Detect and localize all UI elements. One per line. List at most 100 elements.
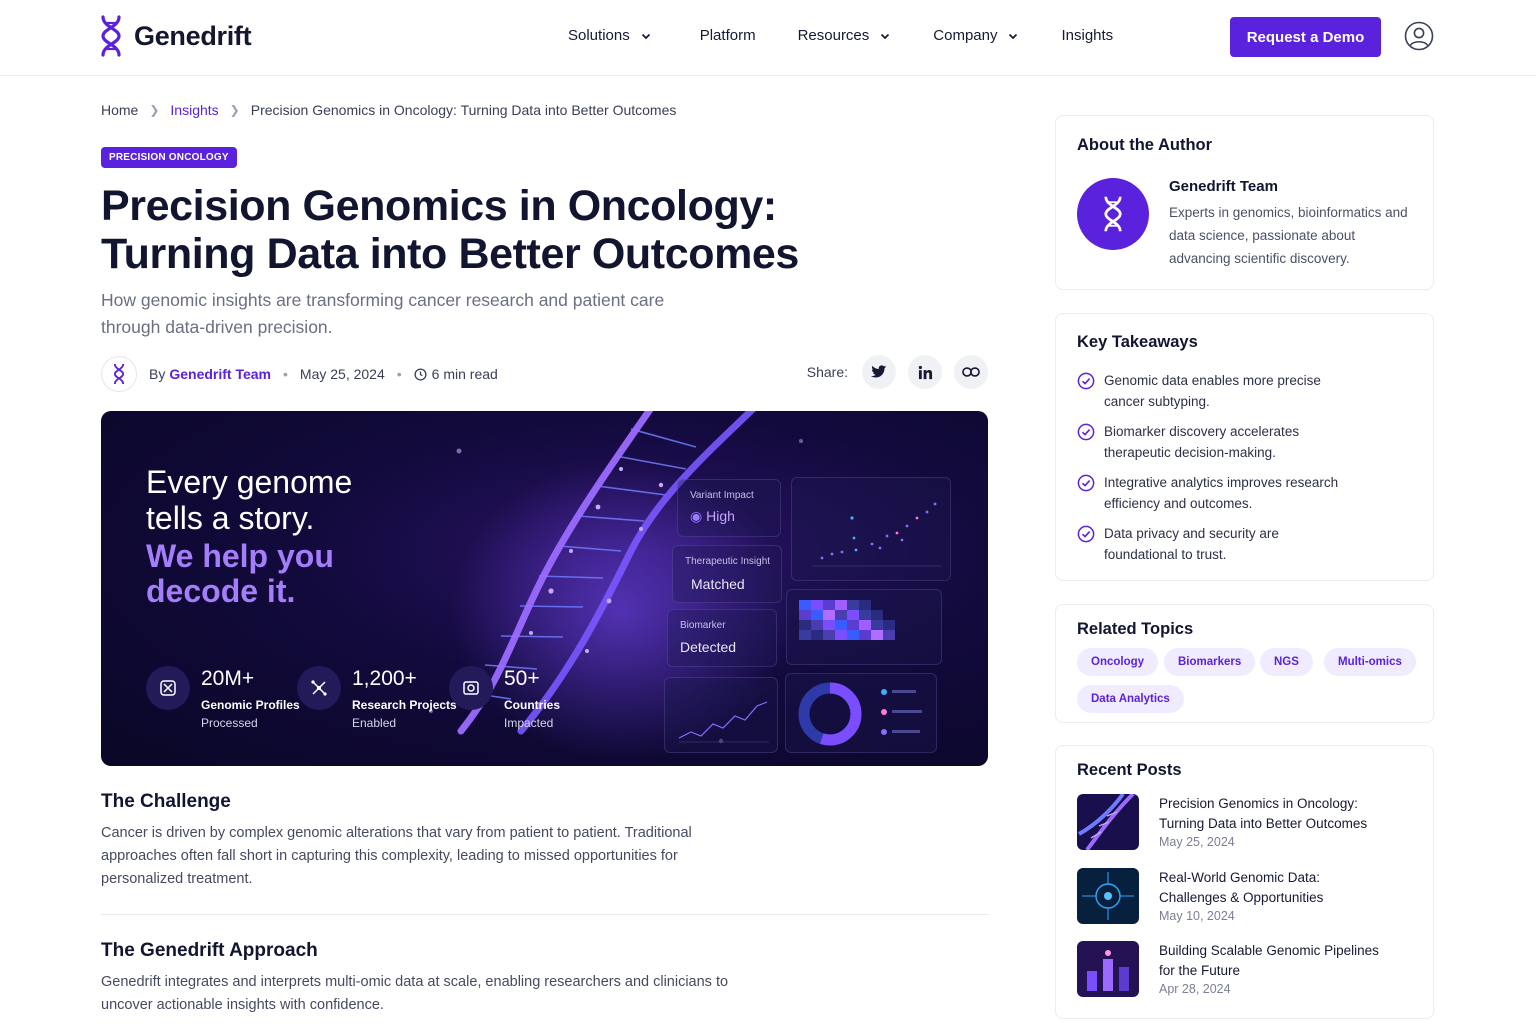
hero-line: We help you (146, 538, 334, 574)
stat-research-projects: 1,200+ Research Projects Enabled (297, 666, 457, 730)
breadcrumb-insights[interactable]: Insights (170, 102, 218, 118)
line-chart-graphic (678, 701, 769, 743)
author-name[interactable]: Genedrift Team (1169, 178, 1278, 195)
globe-icon (449, 666, 493, 710)
breadcrumb-home[interactable]: Home (101, 102, 138, 118)
hero-line: decode it. (146, 573, 296, 609)
takeaway-item: Integrative analytics improves research … (1077, 472, 1344, 514)
post-title: Real-World Genomic Data: Challenges & Op… (1159, 870, 1324, 905)
takeaway-text: Data privacy and security are foundation… (1104, 526, 1279, 562)
line-chart-panel (664, 677, 778, 753)
panel-value: Detected (680, 639, 737, 655)
topic-tag[interactable]: Multi-omics (1324, 648, 1416, 676)
takeaway-text: Integrative analytics improves research … (1104, 475, 1339, 511)
recent-post-item[interactable]: Precision Genomics in Oncology: Turning … (1077, 794, 1389, 850)
main-nav: Solutions Platform Resources Company Ins… (568, 27, 1113, 44)
twitter-icon (871, 365, 887, 378)
share-label: Share: (806, 364, 848, 380)
stat-label: Genomic Profiles (201, 698, 300, 712)
topic-tag[interactable]: Biomarkers (1164, 648, 1256, 676)
clock-icon (414, 367, 427, 381)
brand-logo[interactable]: Genedrift (100, 15, 252, 57)
card-heading: Recent Posts (1077, 761, 1182, 779)
stat-genomic-profiles: 20M+ Genomic Profiles Processed (146, 666, 300, 730)
recent-post-item[interactable]: Real-World Genomic Data: Challenges & Op… (1077, 868, 1389, 924)
nav-label: Company (933, 27, 998, 44)
share-bar: Share: (807, 355, 988, 389)
link-icon (962, 367, 980, 377)
topic-tag[interactable]: NGS (1260, 648, 1313, 676)
takeaway-text: Genomic data enables more precise cancer… (1104, 373, 1321, 409)
panel-biomarker: Biomarker Detected (667, 609, 777, 667)
share-twitter-button[interactable] (862, 355, 896, 389)
author-avatar (1077, 178, 1149, 250)
post-date: May 25, 2024 (1159, 835, 1235, 849)
author-avatar-small (101, 356, 137, 392)
stat-sublabel: Impacted (504, 716, 554, 730)
nav-label: Insights (1061, 27, 1114, 44)
read-time: 6 min read (414, 366, 498, 382)
hero-headline: Every genome tells a story. (146, 464, 352, 536)
nav-label: Platform (699, 27, 756, 44)
category-badge[interactable]: PRECISION ONCOLOGY (101, 147, 237, 168)
section-heading-approach: The Genedrift Approach (101, 940, 318, 961)
post-date: May 10, 2024 (1159, 909, 1235, 923)
author-link[interactable]: Genedrift Team (169, 366, 271, 382)
linkedin-icon (918, 365, 932, 379)
panel-therapeutic-insight: Therapeutic Insight Matched (672, 545, 782, 603)
stat-sublabel: Processed (201, 716, 258, 730)
nav-company[interactable]: Company (933, 27, 1019, 44)
share-linkedin-button[interactable] (908, 355, 942, 389)
hero-line: Every genome (146, 464, 353, 500)
stat-value: 50+ (504, 667, 540, 690)
dna-icon (113, 363, 125, 385)
stat-label: Research Projects (352, 698, 457, 712)
title-line: Turning Data into Better Outcomes (101, 230, 799, 278)
takeaway-text: Biomarker discovery accelerates therapeu… (1104, 424, 1300, 460)
title-line: Precision Genomics in Oncology: (101, 182, 777, 230)
card-heading: About the Author (1077, 136, 1213, 154)
subtitle-line: through data-driven precision. (101, 317, 333, 337)
separator-dot: • (283, 366, 288, 382)
section-heading-challenge: The Challenge (101, 791, 231, 812)
nav-label: Solutions (568, 27, 630, 44)
nav-platform[interactable]: Platform (700, 27, 756, 44)
request-demo-button[interactable]: Request a Demo (1230, 17, 1381, 57)
hero-line: tells a story. (146, 500, 315, 536)
panel-value: ◉ High (690, 508, 735, 525)
nav-solutions[interactable]: Solutions (568, 27, 652, 44)
about-author-card: About the Author Genedrift Team Experts … (1055, 115, 1434, 290)
section-body-challenge: Cancer is driven by complex genomic alte… (101, 825, 692, 887)
genome-icon (146, 666, 190, 710)
topic-tag[interactable]: Data Analytics (1077, 685, 1184, 713)
article-title: Precision Genomics in Oncology: Turning … (101, 182, 861, 278)
panel-label: Variant Impact (690, 490, 754, 501)
dna-icon (1104, 196, 1122, 232)
chevron-right-icon: ❯ (149, 103, 160, 117)
check-circle-icon (1077, 474, 1095, 492)
copy-link-button[interactable] (954, 355, 988, 389)
post-title: Precision Genomics in Oncology: Turning … (1159, 796, 1368, 831)
post-thumbnail (1077, 794, 1139, 850)
stat-sublabel: Enabled (352, 716, 397, 730)
recent-posts-card: Recent Posts Precision Genomics in Oncol… (1055, 745, 1434, 1019)
panel-value: Matched (691, 576, 745, 592)
post-date: Apr 28, 2024 (1159, 982, 1231, 996)
stat-countries: 50+ Countries Impacted (449, 666, 560, 730)
nav-insights[interactable]: Insights (1061, 27, 1113, 44)
nav-resources[interactable]: Resources (798, 27, 892, 44)
user-circle-icon[interactable] (1404, 21, 1434, 51)
brand-name: Genedrift (134, 20, 252, 51)
topic-tag[interactable]: Oncology (1077, 648, 1159, 676)
takeaway-item: Data privacy and security are foundation… (1077, 523, 1344, 565)
post-thumbnail (1077, 868, 1139, 924)
dna-logo-icon (101, 15, 121, 57)
check-circle-icon (1077, 372, 1095, 390)
post-title: Building Scalable Genomic Pipelines for … (1159, 943, 1379, 978)
heatmap-graphic (799, 600, 895, 640)
breadcrumb: Home ❯ Insights ❯ Precision Genomics in … (101, 102, 676, 118)
article-meta: By Genedrift Team • May 25, 2024 • 6 min… (101, 355, 988, 393)
chevron-down-icon (641, 33, 650, 39)
article-subtitle: How genomic insights are transforming ca… (101, 287, 721, 341)
recent-post-item[interactable]: Building Scalable Genomic Pipelines for … (1077, 941, 1389, 997)
